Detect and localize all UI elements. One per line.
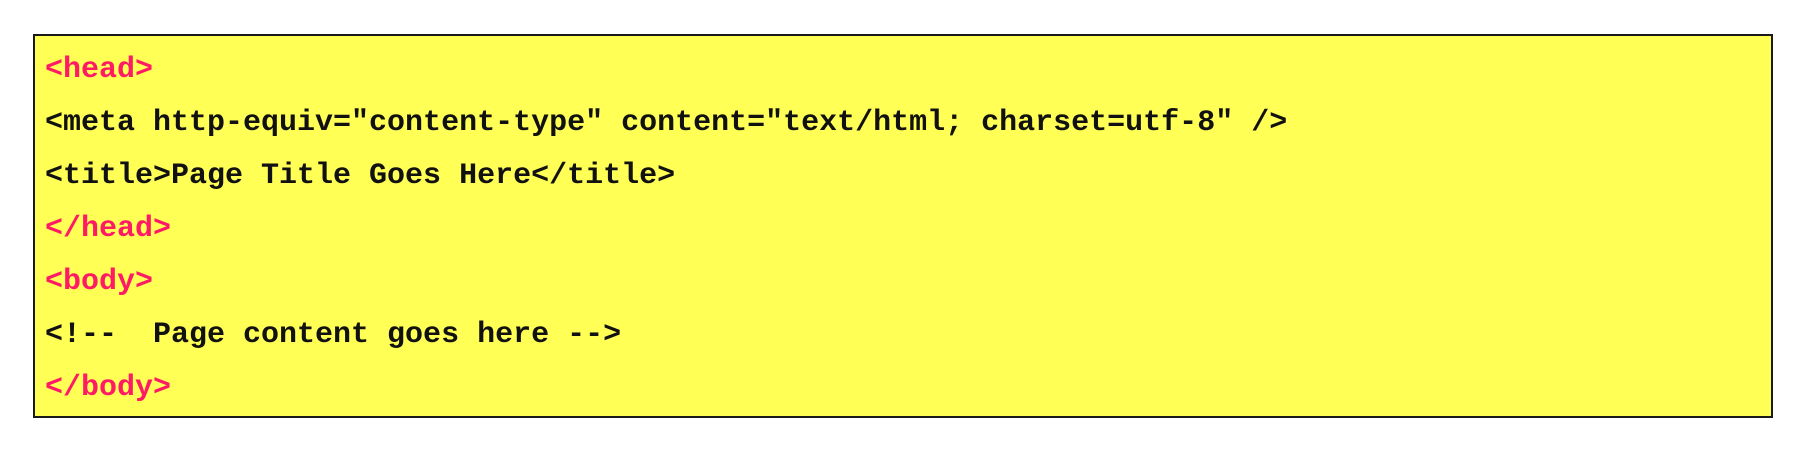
- code-line-meta: <meta http-equiv="content-type" content=…: [45, 106, 1288, 140]
- code-line-head-close: </head>: [45, 212, 172, 246]
- code-line-body-open: <body>: [45, 265, 154, 299]
- code-snippet-box: <head> <meta http-equiv="content-type" c…: [33, 34, 1773, 418]
- code-line-comment: <!-- Page content goes here -->: [45, 318, 622, 352]
- code-line-title: <title>Page Title Goes Here</title>: [45, 159, 676, 193]
- code-line-body-close: </body>: [45, 371, 172, 405]
- code-line-head-open: <head>: [45, 53, 154, 87]
